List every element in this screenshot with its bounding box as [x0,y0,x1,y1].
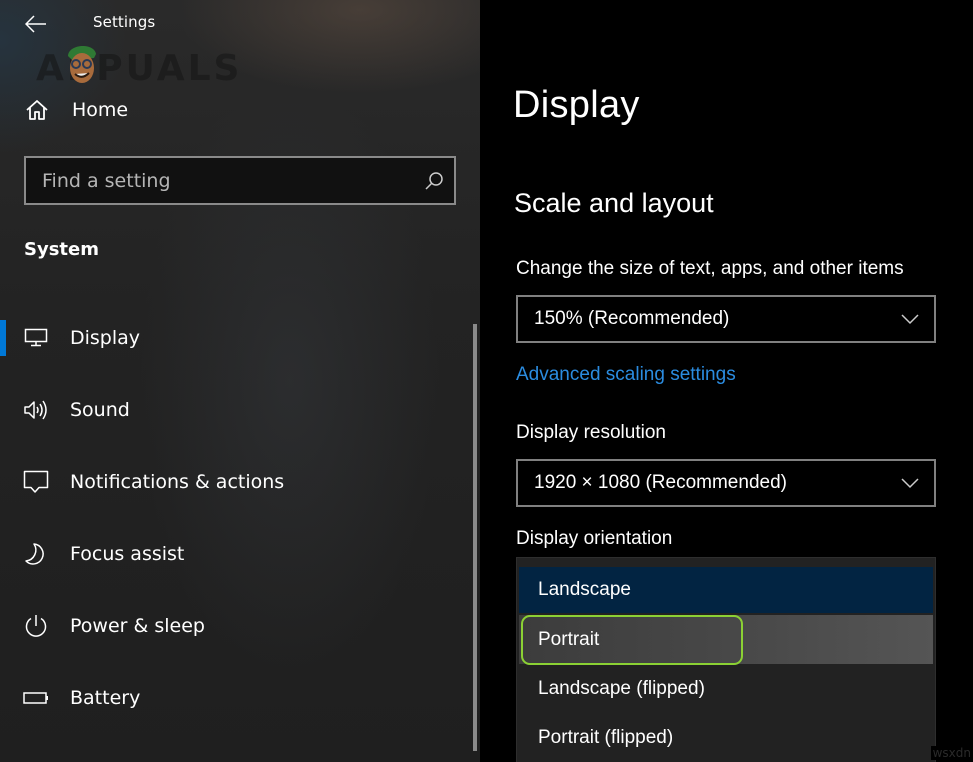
moon-icon [22,540,50,568]
orientation-dropdown-list: Landscape Portrait Landscape (flipped) P… [516,557,936,762]
resolution-label: Display resolution [516,422,666,443]
battery-icon [22,684,50,712]
orientation-option-portrait-flipped[interactable]: Portrait (flipped) [519,713,933,762]
sidebar-item-label: Sound [70,399,130,421]
home-icon [24,97,50,123]
orientation-option-landscape[interactable]: Landscape [519,567,933,613]
orientation-option-landscape-flipped[interactable]: Landscape (flipped) [519,664,933,713]
search-input[interactable] [26,169,414,192]
orientation-option-portrait[interactable]: Portrait [519,615,933,664]
chevron-down-icon [901,314,919,325]
settings-nav-pane: Settings APPUALS Home System Display [0,0,480,762]
credit-watermark: wsxdn [930,746,973,760]
nav-section-title: System [24,239,99,260]
sidebar-item-power-sleep[interactable]: Power & sleep [0,590,470,662]
sidebar-item-label: Notifications & actions [70,471,285,493]
notification-icon [22,468,50,496]
scale-dropdown[interactable]: 150% (Recommended) [516,295,936,343]
sidebar-item-label: Battery [70,687,141,709]
back-arrow-icon [25,15,46,33]
find-setting-search[interactable] [24,156,456,205]
nav-scrollbar[interactable] [473,324,477,751]
resolution-dropdown[interactable]: 1920 × 1080 (Recommended) [516,459,936,507]
power-icon [22,612,50,640]
resolution-value: 1920 × 1080 (Recommended) [534,472,787,493]
orientation-label: Display orientation [516,528,673,549]
watermark-mascot-icon [68,45,96,83]
section-heading: Scale and layout [514,188,714,218]
sidebar-item-label: Display [70,327,141,349]
scale-value: 150% (Recommended) [534,308,730,329]
nav-list: Display Sound Notifications & actions Fo… [0,302,470,734]
display-settings-page: Display Scale and layout Change the size… [480,0,973,762]
speaker-icon [22,396,50,424]
app-title: Settings [93,13,156,31]
scale-label: Change the size of text, apps, and other… [516,258,904,279]
nav-home-label: Home [72,99,129,121]
sidebar-item-sound[interactable]: Sound [0,374,470,446]
advanced-scaling-link[interactable]: Advanced scaling settings [516,364,736,386]
chevron-down-icon [901,478,919,489]
page-title: Display [513,84,640,126]
monitor-icon [22,324,50,352]
sidebar-item-battery[interactable]: Battery [0,662,470,734]
search-icon[interactable] [414,171,454,191]
sidebar-item-display[interactable]: Display [0,302,470,374]
back-button[interactable] [20,10,52,38]
sidebar-item-notifications[interactable]: Notifications & actions [0,446,470,518]
nav-home[interactable]: Home [24,94,128,126]
sidebar-item-label: Focus assist [70,543,185,565]
sidebar-item-label: Power & sleep [70,615,205,637]
sidebar-item-focus-assist[interactable]: Focus assist [0,518,470,590]
